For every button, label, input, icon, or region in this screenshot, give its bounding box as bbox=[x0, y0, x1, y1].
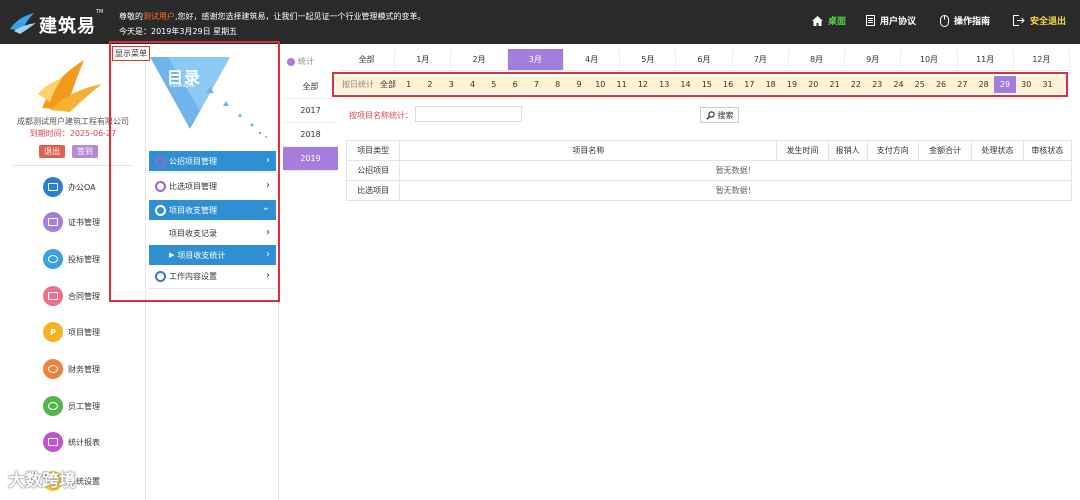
logo-trademark: TM bbox=[96, 9, 104, 15]
target-icon bbox=[43, 249, 63, 269]
year-tab-2019[interactable]: 2019 bbox=[283, 147, 338, 171]
sidebar-item-reports[interactable]: 统计报表 bbox=[43, 432, 100, 452]
project-name-search-input[interactable] bbox=[415, 106, 522, 122]
employee-icon bbox=[43, 396, 63, 416]
search-button[interactable]: 搜索 bbox=[700, 107, 739, 123]
greeting-text: 尊敬的测试用户,您好，感谢您选择建筑易，让我们一起见证一个行业管理模式的变革。 bbox=[119, 12, 426, 21]
watermark: 大数跨境 bbox=[8, 471, 76, 491]
sidebar-item-finance[interactable]: 财务管理 bbox=[43, 359, 100, 379]
no-data-cell: 暂无数据！ bbox=[399, 160, 1072, 181]
sidebar-item-employees[interactable]: 员工管理 bbox=[43, 396, 100, 416]
month-tab-active[interactable]: 3月 bbox=[507, 49, 564, 70]
column-header: 处理状态 bbox=[971, 140, 1024, 161]
finance-icon bbox=[43, 359, 63, 379]
statistics-table: 项目类型 项目名称 发生时间 报销人 支付方向 金额合计 处理状态 审核状态 公… bbox=[345, 140, 1073, 201]
month-tab[interactable]: 4月 bbox=[564, 49, 621, 70]
no-data-cell: 暂无数据！ bbox=[399, 180, 1072, 201]
month-tab[interactable]: 全部 bbox=[339, 49, 396, 70]
table-header-row: 项目类型 项目名称 发生时间 报销人 支付方向 金额合计 处理状态 审核状态 bbox=[345, 140, 1073, 161]
highlight-box-menu bbox=[109, 41, 280, 302]
show-menu-button[interactable]: 显示菜单 bbox=[112, 46, 150, 61]
home-icon bbox=[812, 15, 823, 26]
project-type-cell: 比选项目 bbox=[345, 180, 401, 201]
project-icon: P bbox=[43, 322, 63, 342]
table-row: 公招项目 暂无数据！ bbox=[345, 160, 1072, 181]
year-tab-2017[interactable]: 2017 bbox=[283, 99, 338, 123]
contract-icon bbox=[43, 286, 63, 306]
current-user: 测试用户 bbox=[143, 12, 175, 21]
sidebar-item-office-oa[interactable]: 办公OA bbox=[43, 177, 96, 197]
month-tab[interactable]: 1月 bbox=[395, 49, 452, 70]
dot-icon bbox=[287, 57, 295, 66]
sidebar-item-contracts[interactable]: 合同管理 bbox=[43, 286, 100, 306]
nav-operation-guide[interactable]: 操作指南 bbox=[940, 14, 990, 27]
sidebar-item-certificates[interactable]: 证书管理 bbox=[43, 212, 100, 232]
sidebar-item-projects[interactable]: P 项目管理 bbox=[43, 322, 100, 342]
sidebar-item-bidding[interactable]: 投标管理 bbox=[43, 249, 100, 269]
company-logo-icon bbox=[38, 60, 102, 112]
tab-statistics[interactable]: 统计 bbox=[287, 56, 314, 67]
monitor-icon bbox=[43, 177, 63, 197]
month-tab[interactable]: 8月 bbox=[789, 49, 846, 70]
column-header: 发生时间 bbox=[776, 140, 829, 161]
column-header: 项目名称 bbox=[399, 140, 778, 161]
logo-text: 建筑易 bbox=[39, 16, 96, 37]
logout-icon bbox=[1013, 15, 1025, 26]
column-header: 项目类型 bbox=[345, 140, 401, 161]
highlight-box-days bbox=[332, 72, 1068, 97]
month-tab[interactable]: 2月 bbox=[451, 49, 508, 70]
year-tab-2018[interactable]: 2018 bbox=[283, 123, 338, 147]
month-tab[interactable]: 7月 bbox=[733, 49, 789, 70]
column-header: 报销人 bbox=[827, 140, 868, 161]
top-bar: 建筑易 TM 尊敬的测试用户,您好，感谢您选择建筑易，让我们一起见证一个行业管理… bbox=[0, 0, 1080, 44]
logout-button[interactable]: 退出 bbox=[39, 145, 65, 158]
nav-desktop[interactable]: 桌面 bbox=[812, 14, 846, 27]
today-date: 今天是：2019年3月29日 星期五 bbox=[119, 27, 238, 36]
year-tab-all[interactable]: 全部 bbox=[283, 75, 338, 99]
search-label: 按项目名称统计： bbox=[349, 111, 413, 120]
mouse-icon bbox=[940, 14, 949, 27]
month-tab[interactable]: 9月 bbox=[845, 49, 902, 70]
document-icon bbox=[866, 15, 875, 26]
sign-in-button[interactable]: 签到 bbox=[72, 145, 98, 158]
month-tab[interactable]: 5月 bbox=[620, 49, 677, 70]
column-header: 支付方向 bbox=[866, 140, 919, 161]
search-icon bbox=[705, 110, 715, 120]
nav-user-agreement[interactable]: 用户协议 bbox=[866, 14, 916, 27]
month-tab[interactable]: 10月 bbox=[901, 49, 958, 70]
month-tab[interactable]: 6月 bbox=[676, 49, 733, 70]
report-icon bbox=[43, 432, 63, 452]
nav-logout[interactable]: 安全退出 bbox=[1013, 14, 1066, 27]
table-row: 比选项目 暂无数据！ bbox=[345, 180, 1072, 201]
column-header: 审核状态 bbox=[1022, 140, 1073, 161]
month-tabs: 全部 1月 2月 3月 4月 5月 6月 7月 8月 9月 10月 11月 12… bbox=[339, 49, 1071, 71]
month-tab[interactable]: 12月 bbox=[1014, 49, 1071, 70]
column-header: 金额合计 bbox=[917, 140, 973, 161]
app-logo[interactable]: 建筑易 TM bbox=[8, 6, 108, 38]
logo-mark-icon bbox=[10, 13, 36, 34]
certificate-icon bbox=[43, 212, 63, 232]
project-type-cell: 公招项目 bbox=[345, 160, 401, 181]
month-tab[interactable]: 11月 bbox=[958, 49, 1014, 70]
